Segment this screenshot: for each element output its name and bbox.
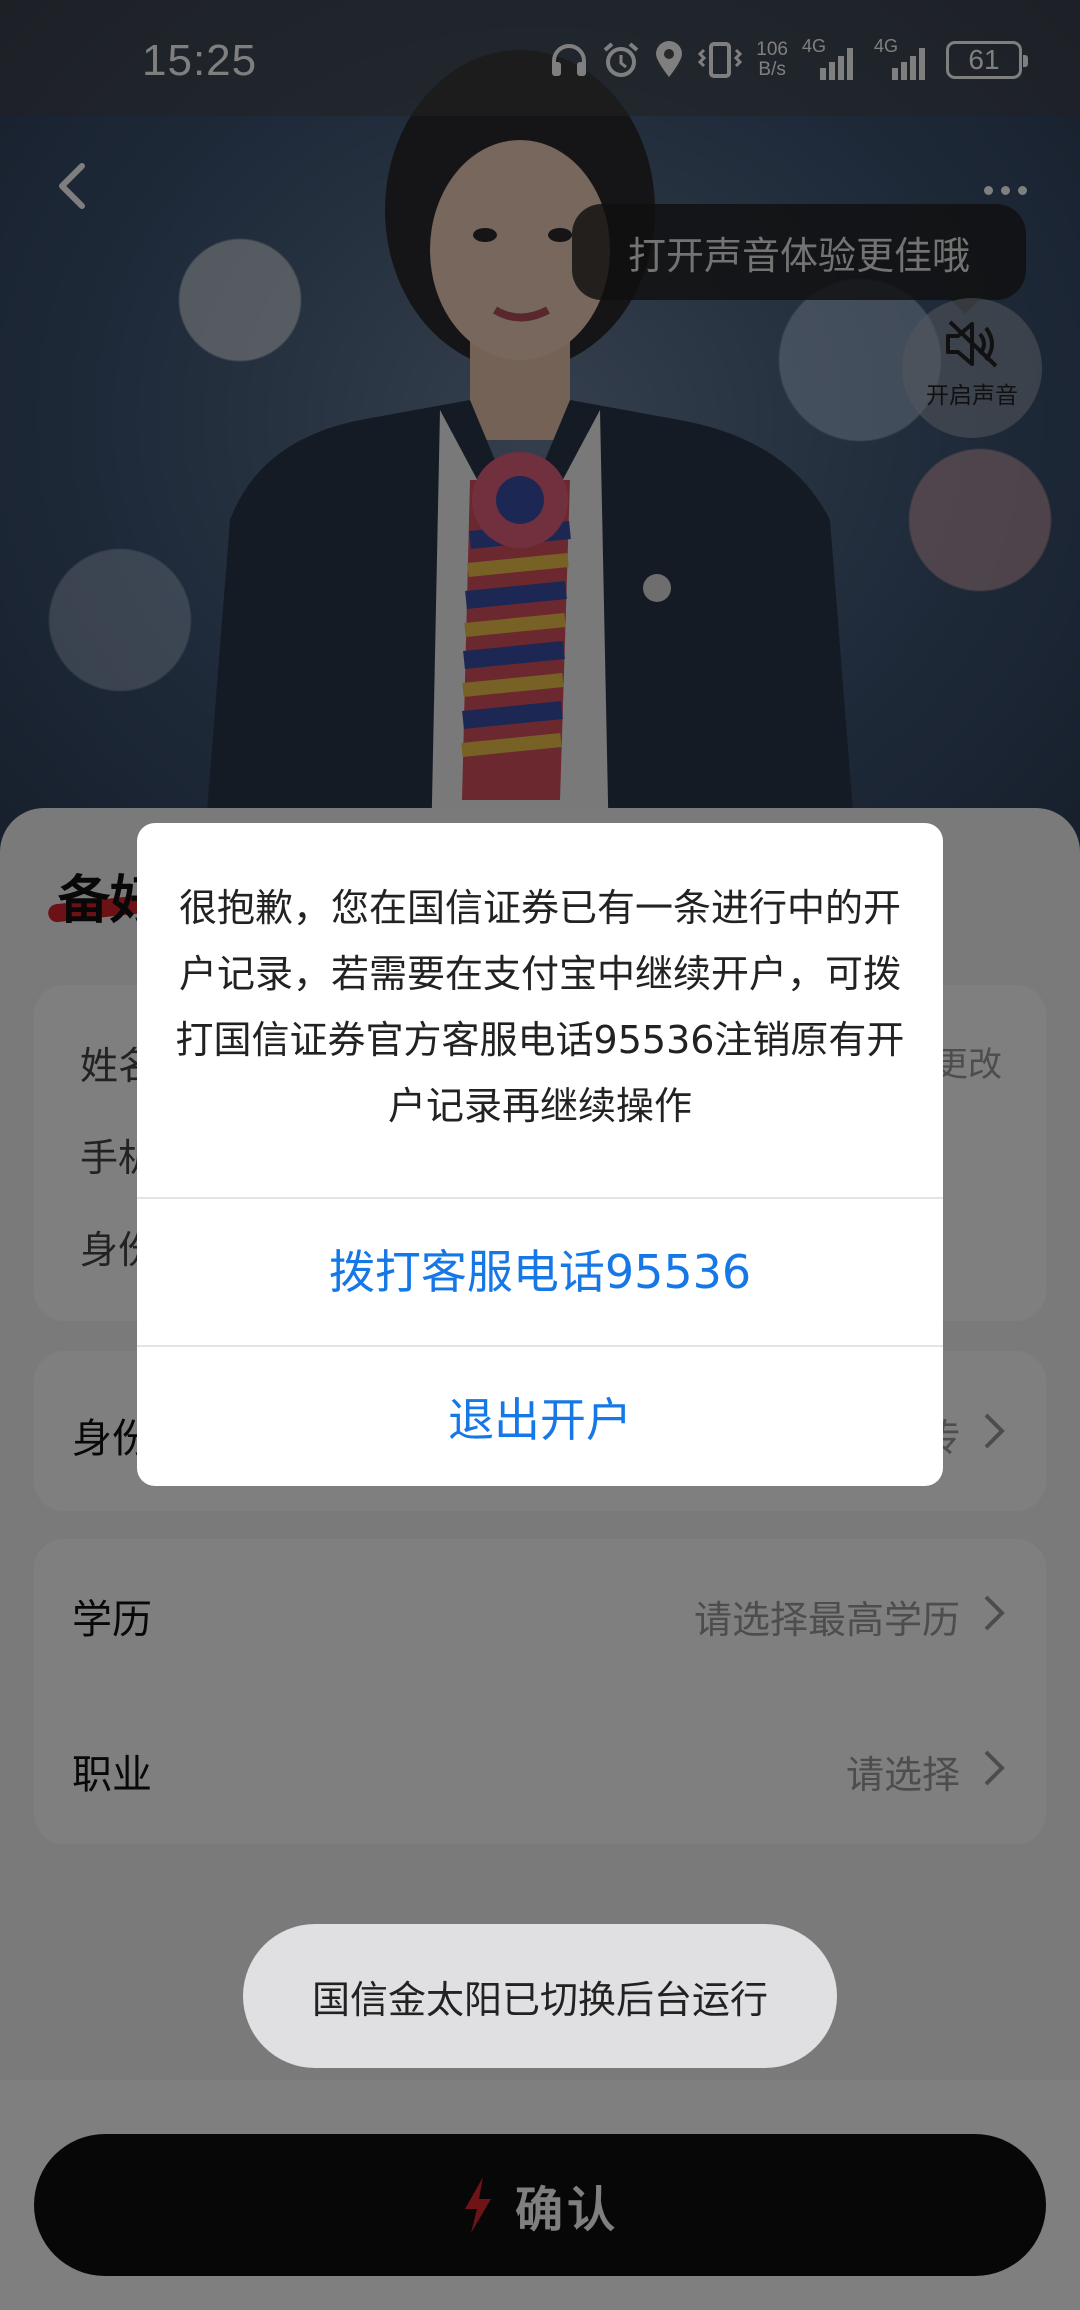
exit-account-opening-button[interactable]: 退出开户 [137, 1347, 943, 1486]
alert-dialog: 很抱歉，您在国信证券已有一条进行中的开户记录，若需要在支付宝中继续开户，可拨打国… [137, 823, 943, 1486]
dialog-message: 很抱歉，您在国信证券已有一条进行中的开户记录，若需要在支付宝中继续开户，可拨打国… [175, 886, 905, 1128]
background-run-toast: 国信金太阳已切换后台运行 [243, 1924, 837, 2068]
call-service-button[interactable]: 拨打客服电话95536 [137, 1199, 943, 1339]
